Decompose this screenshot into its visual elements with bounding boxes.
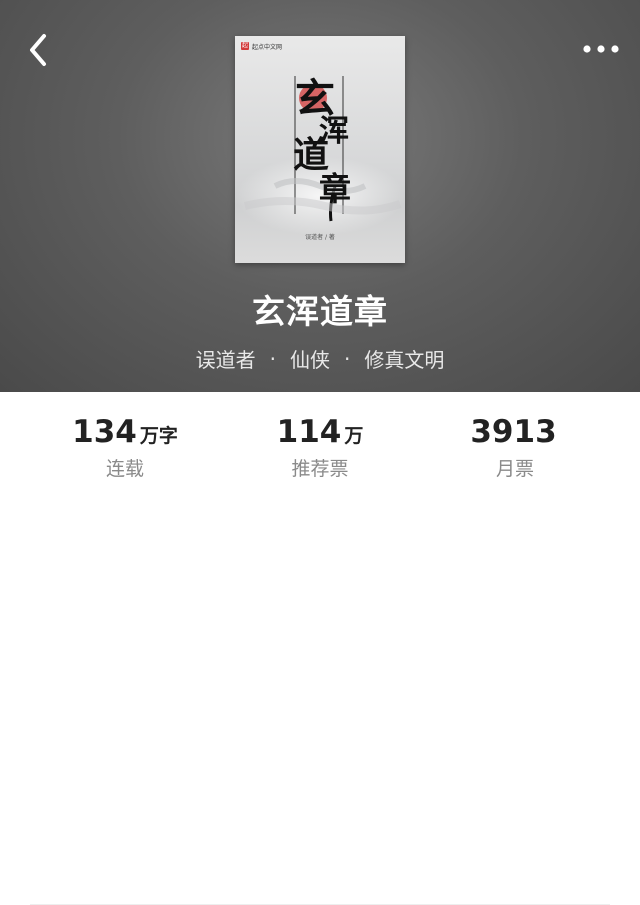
author-link[interactable]: 误道者 — [196, 344, 256, 373]
back-button[interactable] — [22, 30, 56, 70]
category-link[interactable]: 仙侠 — [290, 344, 330, 373]
stat-label: 连载 — [105, 458, 144, 480]
stat-value: 3913 — [470, 414, 557, 450]
stat-unit: 万 — [344, 425, 364, 447]
stat-label: 月票 — [495, 458, 534, 480]
more-horizontal-icon — [583, 45, 619, 53]
stat-monthly-tickets[interactable]: 3913 月票 — [415, 414, 615, 481]
cover-author: 误道者 / 著 — [305, 234, 335, 241]
book-cover[interactable]: 起 起点中文网 玄 浑 道 章 误道者 / 著 — [235, 36, 405, 263]
stat-recommend-tickets[interactable]: 114 万 推荐票 — [220, 414, 420, 481]
cover-char: 章 — [319, 170, 352, 208]
meta-separator: · — [344, 346, 351, 371]
book-title: 玄浑道章 — [252, 292, 388, 331]
meta-separator: · — [269, 346, 276, 371]
stat-unit: 万字 — [139, 425, 178, 447]
stat-value: 114 — [276, 414, 342, 450]
chevron-left-icon — [30, 34, 46, 66]
stat-word-count: 134 万字 连载 — [25, 414, 225, 481]
book-header: 起 起点中文网 玄 浑 道 章 误道者 / 著 玄浑道章 误道者 · 仙侠 · … — [0, 0, 640, 392]
book-meta: 误道者 · 仙侠 · 修真文明 — [0, 344, 640, 373]
stat-value: 134 — [72, 414, 137, 450]
more-button[interactable] — [580, 34, 622, 64]
stat-label: 推荐票 — [291, 458, 349, 480]
cover-calligraphy: 玄 浑 道 章 — [293, 64, 353, 234]
subcategory-link[interactable]: 修真文明 — [364, 344, 444, 373]
book-stats: 134 万字 连载 114 万 推荐票 3913 月票 — [0, 392, 640, 905]
